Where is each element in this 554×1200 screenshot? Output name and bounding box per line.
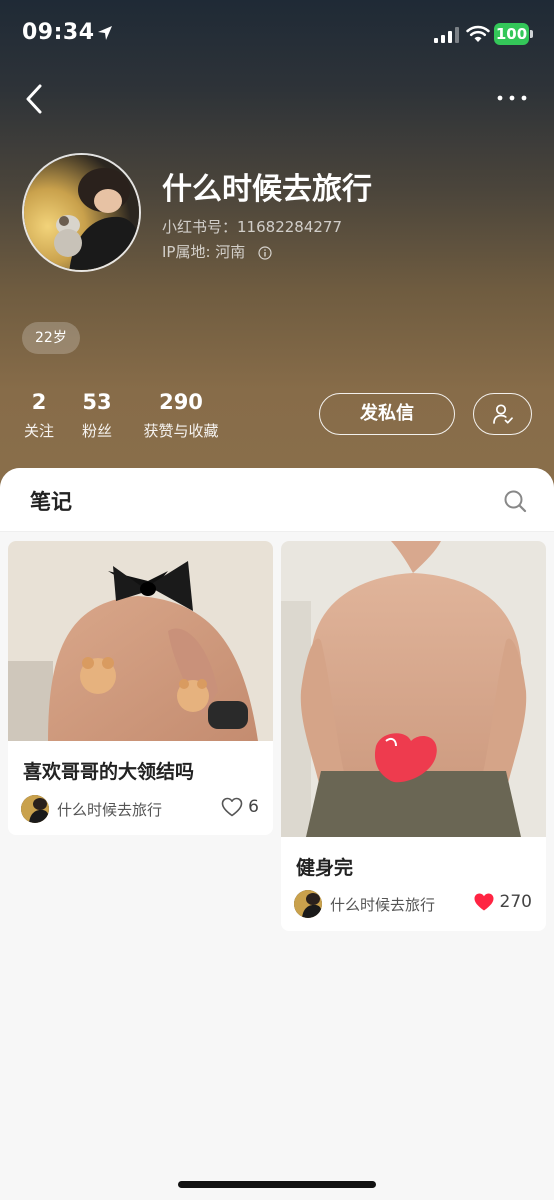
notes-panel: 笔记 喜欢哥哥的大领结吗 什么时候去旅行 6 健身完 什么时候去旅行 270 <box>0 468 554 1200</box>
like-count: 270 <box>499 892 532 912</box>
ellipsis-icon[interactable] <box>494 88 530 108</box>
red-id-label: 小红书号： <box>162 218 238 236</box>
stat-likes-collects-count: 290 <box>159 390 203 414</box>
ip-location-value: 河南 <box>215 243 246 261</box>
battery-level: 100 <box>494 23 529 45</box>
note-cover-image <box>281 541 546 837</box>
status-time: 09:34 <box>22 20 95 45</box>
stat-following-count: 2 <box>31 390 47 414</box>
note-author[interactable]: 什么时候去旅行 <box>330 894 435 915</box>
stat-likes-collects-label: 获赞与收藏 <box>143 422 219 440</box>
note-card[interactable]: 喜欢哥哥的大领结吗 什么时候去旅行 6 <box>8 541 273 835</box>
red-id-row: 小红书号：11682284277 <box>162 216 342 237</box>
note-title: 喜欢哥哥的大领结吗 <box>23 761 195 783</box>
avatar-photo <box>24 155 139 270</box>
heart-filled-icon <box>474 893 494 911</box>
note-title: 健身完 <box>296 857 354 879</box>
profile-username: 什么时候去旅行 <box>162 172 372 207</box>
note-card[interactable]: 健身完 什么时候去旅行 270 <box>281 541 546 931</box>
chevron-left-icon[interactable] <box>20 82 48 116</box>
note-author[interactable]: 什么时候去旅行 <box>57 799 162 820</box>
age-badge: 22岁 <box>22 322 80 354</box>
home-indicator[interactable] <box>178 1181 376 1188</box>
location-arrow-icon <box>98 26 112 40</box>
like-button[interactable]: 6 <box>221 797 259 817</box>
heart-outline-icon <box>221 797 243 817</box>
user-check-icon <box>493 404 513 424</box>
stat-followers-label: 粉丝 <box>81 422 112 440</box>
note-meta: 什么时候去旅行 6 <box>21 795 259 823</box>
stat-following-label: 关注 <box>23 422 54 440</box>
battery-indicator: 100 <box>494 23 533 45</box>
wifi-icon <box>466 25 490 42</box>
stat-likes-collects[interactable]: 290 获赞与收藏 <box>137 390 225 441</box>
note-meta: 什么时候去旅行 270 <box>294 890 532 918</box>
ip-location-row: IP属地: 河南 <box>162 241 272 262</box>
red-id-value: 11682284277 <box>237 218 342 236</box>
like-count: 6 <box>248 797 259 817</box>
follow-button[interactable] <box>473 393 532 435</box>
stat-followers[interactable]: 53 粉丝 <box>78 390 116 441</box>
info-icon[interactable] <box>258 245 272 260</box>
tab-bar: 笔记 <box>0 468 554 532</box>
like-button[interactable]: 270 <box>473 892 532 912</box>
search-icon[interactable] <box>503 489 527 513</box>
profile-header: 09:34 100 什么时候去旅行 小红书号：11682284277 IP属地:… <box>0 0 554 500</box>
author-avatar[interactable] <box>21 795 49 823</box>
tab-notes[interactable]: 笔记 <box>30 486 72 516</box>
stat-followers-count: 53 <box>82 390 112 414</box>
avatar[interactable] <box>22 153 141 272</box>
note-cover-image <box>8 541 273 741</box>
cellular-signal-icon <box>434 27 459 43</box>
stat-following[interactable]: 2 关注 <box>20 390 58 441</box>
ip-label: IP属地: <box>162 243 216 261</box>
send-message-button[interactable]: 发私信 <box>319 393 455 435</box>
author-avatar[interactable] <box>294 890 322 918</box>
